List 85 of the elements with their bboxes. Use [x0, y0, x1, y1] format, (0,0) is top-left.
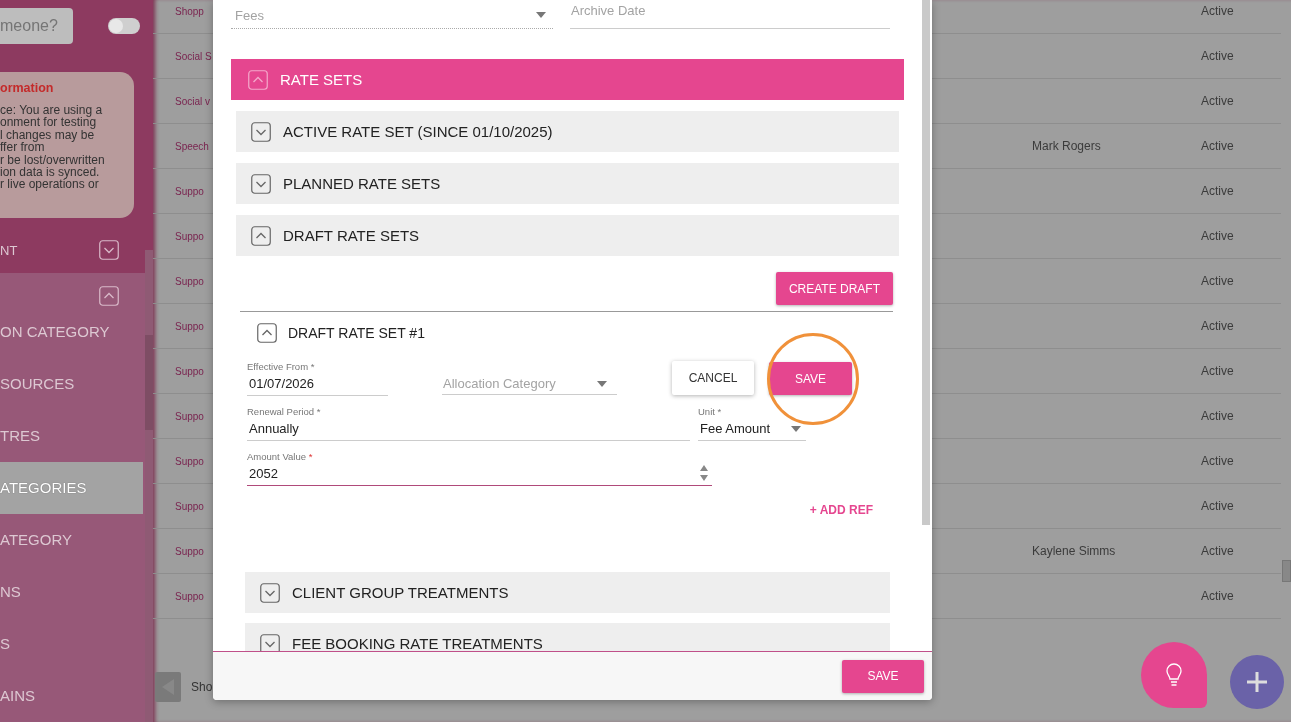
- status-cell: Active: [1201, 409, 1234, 423]
- table-cell-text: Social v: [174, 95, 211, 107]
- info-title: ormation: [0, 81, 55, 95]
- chevron-down-icon[interactable]: [99, 240, 119, 260]
- status-cell: Active: [1201, 454, 1234, 468]
- add-button[interactable]: [1230, 655, 1284, 709]
- dropdown-caret-icon[interactable]: [536, 12, 546, 18]
- table-cell-text: Suppo: [174, 590, 205, 602]
- dropdown-caret-icon[interactable]: [597, 380, 607, 387]
- menu-item[interactable]: NS: [0, 566, 143, 618]
- status-cell: Active: [1201, 589, 1234, 603]
- amount-value-field[interactable]: Amount Value * 2052: [247, 451, 712, 486]
- chevron-up-icon[interactable]: [99, 286, 119, 306]
- accordion-header[interactable]: CLIENT GROUP TREATMENTS: [245, 572, 890, 613]
- table-cell-text: Suppo: [174, 365, 205, 377]
- table-cell-text: Suppo: [174, 545, 205, 557]
- menu-section-label[interactable]: NT: [0, 242, 18, 258]
- menu-item[interactable]: ATEGORIES: [0, 462, 143, 514]
- table-cell-text: Shopp: [174, 5, 205, 17]
- spinner-arrows-icon[interactable]: [700, 464, 708, 482]
- scrollbar-thumb[interactable]: [1282, 560, 1291, 582]
- accordion-title: DRAFT RATE SETS: [283, 227, 420, 244]
- status-cell: Active: [1201, 229, 1234, 243]
- chevron-up-icon[interactable]: [251, 225, 271, 246]
- renewal-period-field[interactable]: Renewal Period * Annually: [247, 406, 690, 441]
- draft-title: DRAFT RATE SET #1: [288, 325, 425, 341]
- menu-item[interactable]: S: [0, 618, 143, 670]
- accordion-title: PLANNED RATE SETS: [283, 175, 441, 192]
- info-text: ce: You are using a onment for testing l changes may be ffer from r be lost/overwritten ion data is synced. r live operations or: [0, 104, 106, 191]
- cancel-button[interactable]: CANCEL: [672, 361, 754, 395]
- status-cell: Active: [1201, 49, 1234, 63]
- table-cell-text: Suppo: [174, 320, 205, 332]
- accordion-title: ACTIVE RATE SET (SINCE 01/10/2025): [283, 123, 553, 140]
- chevron-down-icon[interactable]: [260, 633, 280, 652]
- chevron-up-icon[interactable]: [257, 323, 277, 343]
- accordion-header[interactable]: DRAFT RATE SETS: [236, 215, 899, 256]
- status-cell: Active: [1201, 274, 1234, 288]
- status-cell: Active: [1201, 499, 1234, 513]
- scrollbar[interactable]: [145, 250, 153, 722]
- accordion-title: CLIENT GROUP TREATMENTS: [292, 584, 509, 601]
- menu-item[interactable]: ON CATEGORY: [0, 306, 143, 358]
- table-cell-text: Social S: [174, 50, 213, 62]
- status-cell: Active: [1201, 184, 1234, 198]
- status-cell: Active: [1201, 364, 1234, 378]
- dropdown-caret-icon[interactable]: [791, 425, 801, 432]
- table-cell-text: Speech: [174, 140, 210, 152]
- table-cell-text: Suppo: [174, 185, 205, 197]
- chevron-down-icon[interactable]: [251, 173, 271, 194]
- table-cell-text: Suppo: [174, 230, 205, 242]
- effective-from-field[interactable]: Effective From * 01/07/2026: [247, 361, 388, 396]
- menu-item[interactable]: AINS: [0, 670, 143, 722]
- create-draft-button[interactable]: CREATE DRAFT: [775, 272, 893, 305]
- menu-item[interactable]: ATEGORY: [0, 514, 143, 566]
- table-cell-text: Kaylene Simms: [1032, 544, 1117, 558]
- status-cell: Active: [1201, 139, 1234, 153]
- add-ref-link[interactable]: + ADD REF: [809, 502, 873, 518]
- table-cell-text: Mark Rogers: [1032, 139, 1102, 153]
- accordion-header[interactable]: PLANNED RATE SETS: [236, 163, 899, 204]
- status-cell: Active: [1201, 4, 1234, 18]
- table-cell-text: Suppo: [174, 410, 205, 422]
- chevron-down-icon[interactable]: [260, 582, 280, 603]
- allocation-category-select[interactable]: Allocation Category: [442, 376, 617, 395]
- scrollbar-thumb[interactable]: [922, 0, 930, 525]
- section-title: RATE SETS: [280, 71, 363, 88]
- accordion-header[interactable]: ACTIVE RATE SET (SINCE 01/10/2025): [236, 111, 899, 152]
- unit-select[interactable]: Unit * Fee Amount: [698, 406, 806, 441]
- save-button[interactable]: SAVE: [769, 362, 852, 395]
- table-cell-text: Suppo: [174, 500, 205, 512]
- rate-sets-header[interactable]: RATE SETS: [231, 59, 904, 100]
- plus-icon: [1245, 670, 1269, 694]
- chevron-down-icon[interactable]: [251, 121, 271, 142]
- table-cell-text: Suppo: [174, 455, 205, 467]
- accordion-header[interactable]: FEE BOOKING RATE TREATMENTS: [245, 623, 890, 652]
- menu-item[interactable]: SOURCES: [0, 358, 143, 410]
- menu-item[interactable]: TRES: [0, 410, 143, 462]
- search-field[interactable]: meone?: [0, 8, 73, 44]
- status-cell: Active: [1201, 319, 1234, 333]
- page-size-label: Sho: [191, 680, 213, 694]
- archive-date-field[interactable]: Archive Date: [570, 0, 890, 29]
- toggle-switch[interactable]: [108, 18, 140, 34]
- status-cell: Active: [1201, 94, 1234, 108]
- save-button[interactable]: SAVE: [842, 659, 924, 693]
- status-cell: Active: [1201, 544, 1234, 558]
- accordion-title: FEE BOOKING RATE TREATMENTS: [292, 635, 543, 652]
- table-cell-text: Suppo: [174, 275, 205, 287]
